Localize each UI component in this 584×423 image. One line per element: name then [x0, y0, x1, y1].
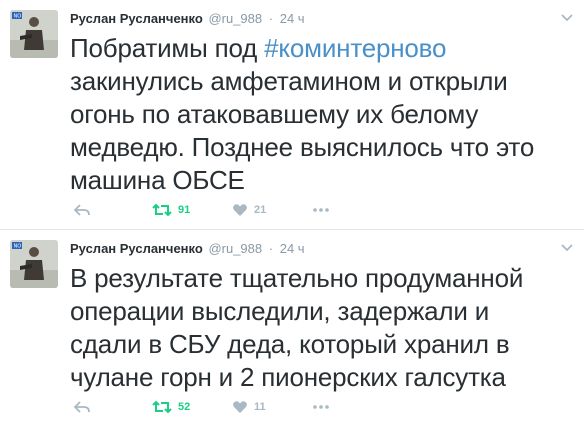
- author-name[interactable]: Руслан Русланченко: [70, 241, 203, 256]
- author-username[interactable]: @ru_988: [208, 241, 262, 256]
- author-name[interactable]: Руслан Русланченко: [70, 11, 203, 26]
- author-username[interactable]: @ru_988: [208, 11, 262, 26]
- chevron-down-icon[interactable]: [560, 12, 574, 22]
- reply-button[interactable]: [74, 200, 90, 220]
- tweet-header: Руслан Русланченко @ru_988 · 24 ч: [70, 240, 305, 260]
- tweet-text-start: Побратимы под: [70, 33, 265, 63]
- avatar-image: NO: [10, 240, 58, 288]
- separator-dot: ·: [268, 241, 274, 256]
- timestamp[interactable]: 24 ч: [280, 241, 305, 256]
- tweet[interactable]: NO Руслан Русланченко @ru_988 · 24 ч В р…: [0, 230, 584, 423]
- svg-text:NO: NO: [14, 14, 22, 20]
- avatar-image: NO: [10, 10, 58, 58]
- timestamp[interactable]: 24 ч: [280, 11, 305, 26]
- like-button[interactable]: 11: [232, 397, 266, 417]
- reply-button[interactable]: [74, 397, 90, 417]
- svg-text:NO: NO: [14, 244, 22, 250]
- tweet-actions: 91 21: [70, 200, 370, 220]
- tweet-text: Побратимы под #коминтерново закинулись а…: [70, 32, 575, 197]
- like-button[interactable]: 21: [232, 200, 266, 220]
- like-count: 21: [254, 204, 267, 216]
- tweet-text-rest: закинулись амфетамином и открыли огонь п…: [70, 66, 535, 195]
- retweet-button[interactable]: 52: [152, 397, 190, 417]
- reply-icon: [74, 204, 90, 216]
- tweet-text: В результате тщательно продуманной опера…: [70, 263, 524, 392]
- more-button[interactable]: [312, 397, 330, 417]
- more-icon: [313, 405, 329, 409]
- reply-icon: [74, 401, 90, 413]
- chevron-down-icon[interactable]: [560, 242, 574, 252]
- avatar[interactable]: NO: [10, 10, 58, 58]
- separator-dot: ·: [268, 11, 274, 26]
- tweet-header: Руслан Русланченко @ru_988 · 24 ч: [70, 10, 305, 30]
- retweet-button[interactable]: 91: [152, 200, 190, 220]
- hashtag-link[interactable]: #коминтерново: [264, 33, 446, 63]
- retweet-count: 52: [178, 401, 191, 413]
- more-button[interactable]: [312, 200, 330, 220]
- retweet-count: 91: [178, 204, 191, 216]
- more-icon: [313, 208, 329, 212]
- avatar[interactable]: NO: [10, 240, 58, 288]
- retweet-icon: [152, 203, 172, 217]
- heart-icon: [233, 204, 247, 216]
- heart-icon: [233, 401, 247, 413]
- like-count: 11: [254, 401, 266, 413]
- tweet[interactable]: NO Руслан Русланченко @ru_988 · 24 ч Поб…: [0, 0, 584, 229]
- retweet-icon: [152, 400, 172, 414]
- tweet-actions: 52 11: [70, 397, 370, 417]
